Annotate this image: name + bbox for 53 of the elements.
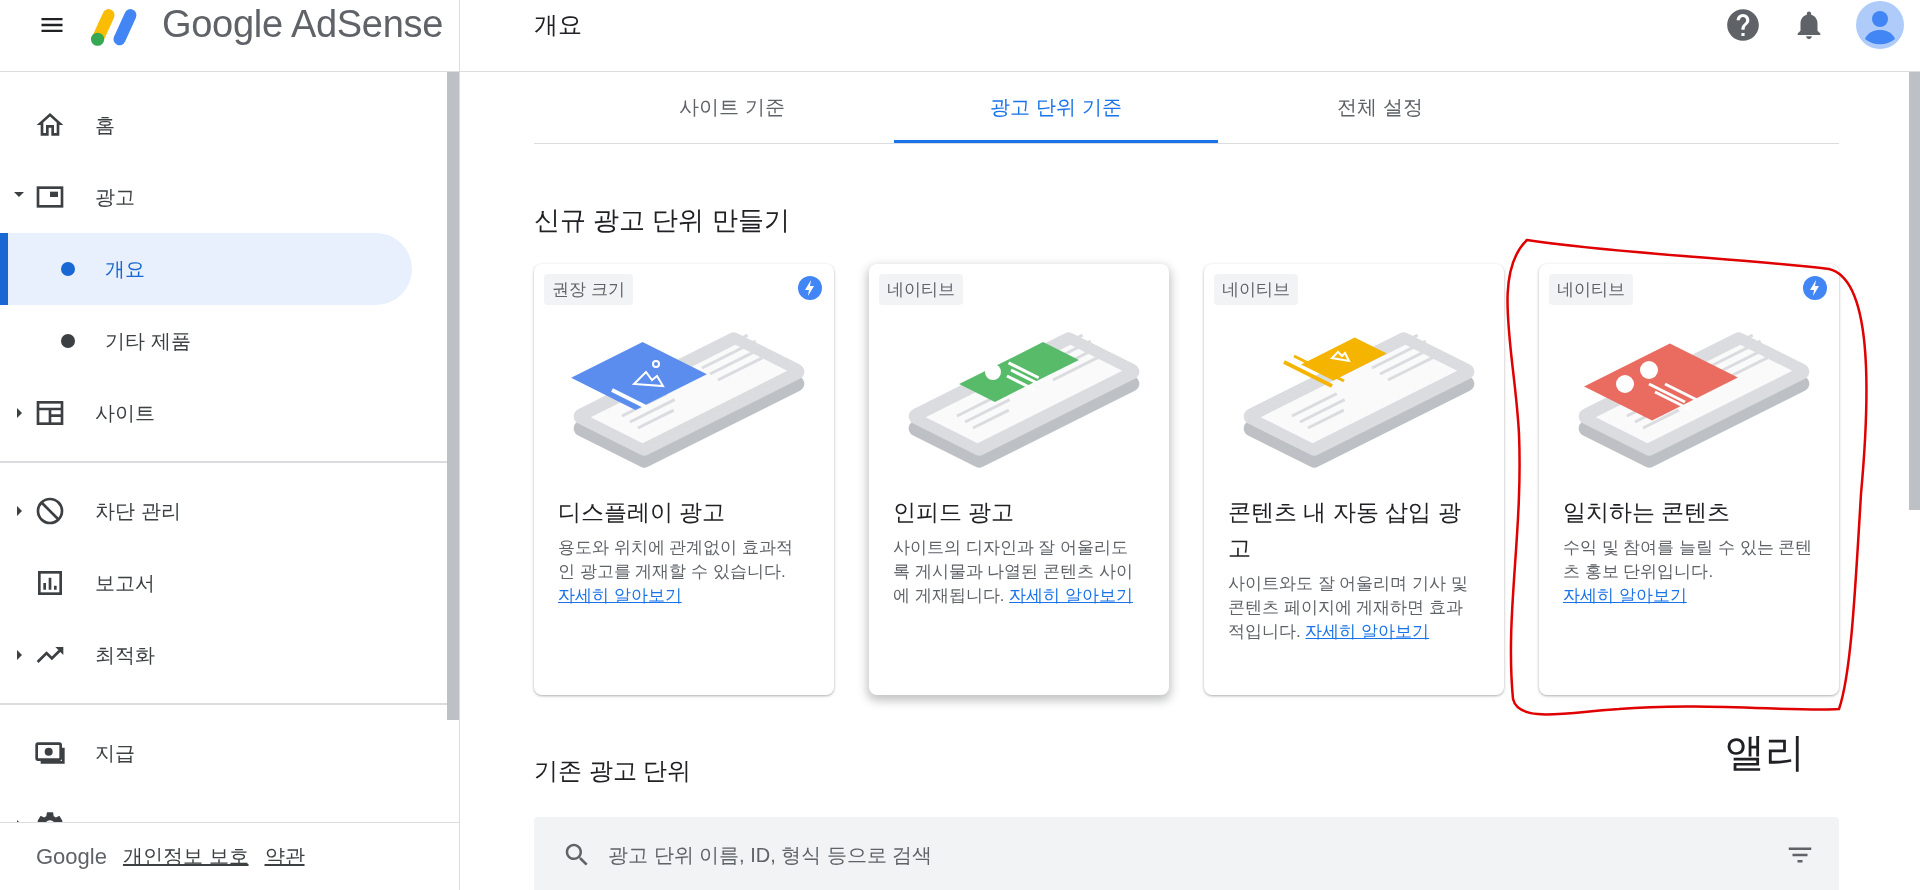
card-title: 인피드 광고: [893, 498, 1016, 527]
nav-item[interactable]: 지급: [0, 717, 412, 789]
card-description: 사이트와도 잘 어울리며 기사 및 콘텐츠 페이지에 게재하면 효과적입니다. 자세히 알아보기: [1228, 573, 1469, 643]
caret-down-icon: [14, 192, 24, 197]
nav-item[interactable]: 차단 관리: [0, 475, 412, 547]
format-chip: 네이티브: [1549, 274, 1633, 305]
card-title: 일치하는 콘텐츠: [1563, 498, 1732, 527]
card-title: 콘텐츠 내 자동 삽입 광고: [1228, 498, 1462, 563]
caret-right-icon: [17, 650, 22, 660]
tab[interactable]: 사이트 기준: [570, 72, 894, 143]
page-title: 개요: [534, 9, 583, 40]
learn-more-link[interactable]: 자세히 알아보기: [558, 586, 682, 605]
format-chip: 네이티브: [1214, 274, 1298, 305]
caret-right-icon: [17, 506, 22, 516]
caret-right-icon: [17, 408, 22, 418]
bullet-icon: [61, 334, 75, 348]
bullet-icon: [61, 262, 75, 276]
nav-item[interactable]: 홈: [0, 89, 412, 161]
footer-link[interactable]: 개인정보 보호: [122, 843, 249, 870]
nav-item[interactable]: 사이트: [0, 377, 412, 449]
tab[interactable]: 광고 단위 기준: [894, 72, 1218, 143]
card-description: 용도와 위치에 관계없이 효과적인 광고를 게재할 수 있습니다. 자세히 알아보기: [558, 537, 795, 607]
account-button[interactable]: [1856, 0, 1904, 49]
nav-item[interactable]: 광고: [0, 161, 412, 233]
card-description: 사이트의 디자인과 잘 어울리도록 게시물과 나열된 콘텐츠 사이에 게재됩니다. 자세히 알아보기: [893, 537, 1134, 607]
ad-unit-card[interactable]: 네이티브 인피드 광고 사이트의 디자인과 잘 어울리도록 게시물과 나열된 콘텐츠 사이에 게재됩니다. 자세히 알아보기: [869, 264, 1169, 695]
nav-subitem[interactable]: 개요: [0, 233, 412, 305]
card-description: 수익 및 참여를 늘릴 수 있는 콘텐츠 홍보 단위입니다. 자세히 알아보기: [1563, 537, 1814, 607]
nav-item[interactable]: 보고서: [0, 547, 412, 619]
brand-name: Google AdSense: [162, 3, 444, 46]
avatar-icon: [1856, 0, 1904, 49]
search-field[interactable]: 광고 단위 이름, ID, 형식 등으로 검색: [534, 817, 1839, 890]
format-chip: 네이티브: [879, 274, 963, 305]
ad-unit-card[interactable]: 권장 크기 디스플레이 광고 용도와 위치에 관계없이 효과적인 광고를 게재할 수 있습니다. 자세히 알아보기: [534, 264, 834, 695]
nav-item[interactable]: 최적화: [0, 619, 412, 691]
block-icon: [34, 495, 66, 527]
section-title: 기존 광고 단위: [534, 756, 692, 786]
ad-unit-card[interactable]: 네이티브 일치하는 콘텐츠 수익 및 참여를 늘릴 수 있는 콘텐츠 홍보 단위입니다. 자세히 알아보기: [1539, 264, 1839, 695]
ad-unit-card[interactable]: 네이티브 콘텐츠 내 자동 삽입 광고 사이트와도 잘 어울리며 기사 및 콘텐츠 페이지에 게재하면 효과적입니다. 자세히 알아보기: [1204, 264, 1504, 695]
footer-brand: Google: [36, 843, 107, 870]
tab[interactable]: 전체 설정: [1218, 72, 1542, 143]
signature-text: 앨리: [1725, 728, 1805, 776]
search-input[interactable]: 광고 단위 이름, ID, 형식 등으로 검색: [606, 842, 1771, 868]
footer-link[interactable]: 약관: [264, 843, 305, 870]
nav-subitem[interactable]: 기타 제품: [0, 305, 412, 377]
card-title: 디스플레이 광고: [558, 498, 727, 527]
learn-more-link[interactable]: 자세히 알아보기: [1305, 622, 1430, 641]
learn-more-link[interactable]: 자세히 알아보기: [1563, 586, 1687, 605]
scrollbar-thumb[interactable]: [447, 72, 459, 720]
format-chip: 권장 크기: [544, 274, 633, 305]
section-title: 신규 광고 단위 만들기: [534, 204, 791, 237]
learn-more-link[interactable]: 자세히 알아보기: [1009, 586, 1133, 605]
scrollbar-thumb[interactable]: [1909, 72, 1920, 510]
